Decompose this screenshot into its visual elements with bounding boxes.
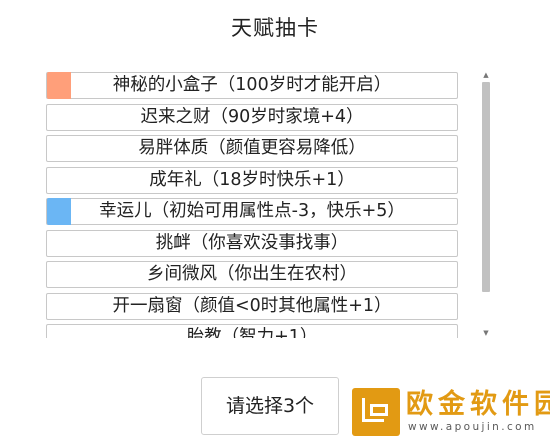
talent-card[interactable]: 易胖体质（颜值更容易降低） [46,135,458,162]
grade-marker-icon [47,198,71,225]
talent-card-label: 神秘的小盒子（100岁时才能开启） [112,75,392,95]
talent-card[interactable]: 开一扇窗（颜值<0时其他属性+1） [46,292,458,320]
talent-card-label: 迟来之财（90岁时家境+4） [140,106,364,127]
talent-card[interactable]: 迟来之财（90岁时家境+4） [46,103,458,131]
scroll-thumb[interactable] [482,82,490,292]
watermark: 欧金软件园 www.apoujin.com [352,388,550,438]
talent-card-label: 挑衅（你喜欢没事找事） [155,232,349,253]
watermark-logo-icon [352,388,400,436]
talent-card-label: 胎教（智力+1） [186,327,318,338]
list-scrollbar[interactable]: ▲ ▼ [480,70,492,338]
grade-marker-icon [47,72,71,99]
watermark-url: www.apoujin.com [408,421,537,433]
talent-card[interactable]: 乡间微风（你出生在农村） [46,261,458,288]
talent-card[interactable]: 胎教（智力+1） [46,324,458,338]
talent-card-label: 幸运儿（初始可用属性点-3，快乐+5） [99,201,405,221]
page-title: 天赋抽卡 [231,16,319,40]
talent-card[interactable]: 神秘的小盒子（100岁时才能开启） [46,72,458,99]
talent-card-label: 成年礼（18岁时快乐+1） [149,169,355,190]
talent-card[interactable]: 成年礼（18岁时快乐+1） [46,166,458,194]
talent-card-label: 乡间微风（你出生在农村） [147,264,357,284]
talent-card[interactable]: 挑衅（你喜欢没事找事） [46,229,458,257]
select-three-button[interactable]: 请选择3个 [201,377,339,435]
talent-card[interactable]: 幸运儿（初始可用属性点-3，快乐+5） [46,198,458,225]
watermark-name: 欧金软件园 [406,389,550,420]
scroll-down-icon[interactable]: ▼ [480,328,492,338]
talent-card-list[interactable]: 神秘的小盒子（100岁时才能开启） 迟来之财（90岁时家境+4） 易胖体质（颜值更容… [46,70,462,338]
talent-card-label: 开一扇窗（颜值<0时其他属性+1） [112,295,392,316]
talent-card-label: 易胖体质（颜值更容易降低） [138,138,366,158]
scroll-up-icon[interactable]: ▲ [480,70,492,80]
